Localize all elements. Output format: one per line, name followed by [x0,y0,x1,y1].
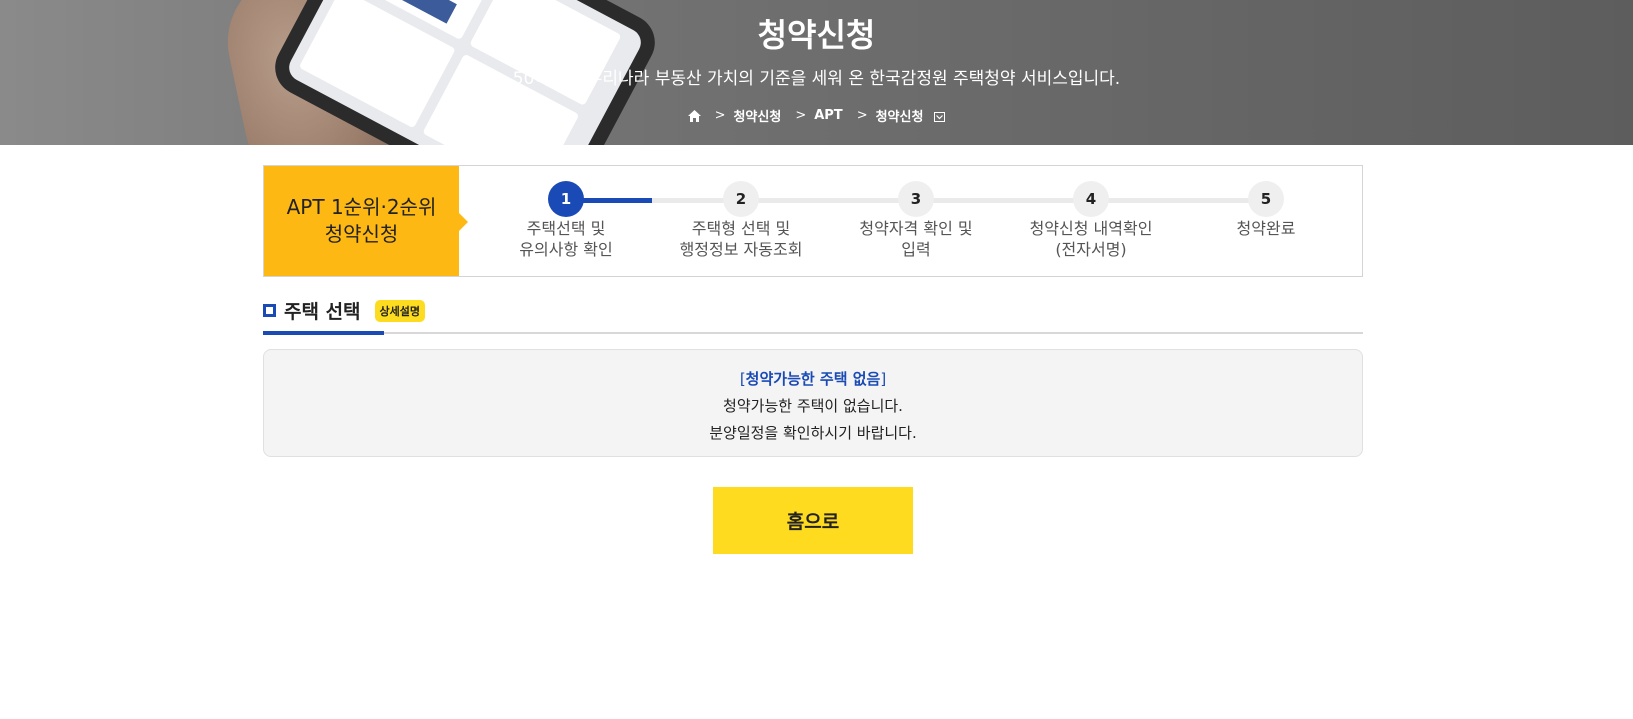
section-divider [263,332,1363,334]
section-title: 주택 선택 [284,301,361,323]
notice-message: 분양일정을 확인하시기 바랍니다. [709,424,917,442]
square-bullet-icon [263,304,276,317]
step-3: 3 청약자격 확인 및 입력 [826,181,1006,260]
step-4: 4 청약신청 내역확인 (전자서명) [1001,181,1181,260]
notice-title: [청약가능한 주택 없음] [739,370,887,388]
chevron-right-icon: > [856,108,868,123]
notice-message: 청약가능한 주택이 없습니다. [723,397,903,415]
step-2: 2 주택형 선택 및 행정정보 자동조회 [651,181,831,260]
breadcrumb-item-apt[interactable]: > APT [795,108,842,123]
dropdown-icon[interactable] [934,111,946,122]
apply-type-label: APT 1순위·2순위 청약신청 [264,166,468,276]
step-number: 4 [1073,181,1109,217]
page-title: 청약신청 [757,16,876,54]
chevron-right-icon: > [795,108,807,123]
detail-description-button[interactable]: 상세설명 [374,299,426,322]
breadcrumb-item-apply[interactable]: > 청약신청 [715,106,782,125]
notice-box: [청약가능한 주택 없음] 청약가능한 주택이 없습니다. 분양일정을 확인하시… [263,349,1363,457]
home-button[interactable]: 홈으로 [713,487,913,554]
step-label: 주택형 선택 및 행정정보 자동조회 [679,219,803,259]
hero-banner: 청약신청 50여년간 우리나라 부동산 가치의 기준을 세워 온 한국감정원 주… [0,0,1633,145]
section-divider-active [263,331,384,335]
home-icon [687,109,701,122]
step-number: 1 [548,181,584,217]
step-label: 청약신청 내역확인 (전자서명) [1029,219,1153,259]
step-progress: APT 1순위·2순위 청약신청 1 주택선택 및 유의사항 확인 2 주택형 선… [263,165,1363,277]
step-number: 2 [723,181,759,217]
step-label: 청약완료 [1236,219,1296,238]
step-number: 3 [898,181,934,217]
step-5: 5 청약완료 [1176,181,1356,239]
step-label: 주택선택 및 유의사항 확인 [519,219,613,259]
section-header: 주택 선택 상세설명 [263,297,426,324]
step-label: 청약자격 확인 및 입력 [859,219,973,259]
step-1: 1 주택선택 및 유의사항 확인 [476,181,656,260]
breadcrumb: > 청약신청 > APT > 청약신청 [0,106,1633,125]
step-number: 5 [1248,181,1284,217]
breadcrumb-home[interactable] [687,109,701,122]
breadcrumb-item-current[interactable]: > 청약신청 [857,106,946,125]
page-subtitle: 50여년간 우리나라 부동산 가치의 기준을 세워 온 한국감정원 주택청약 서… [512,69,1121,89]
chevron-right-icon: > [714,108,726,123]
